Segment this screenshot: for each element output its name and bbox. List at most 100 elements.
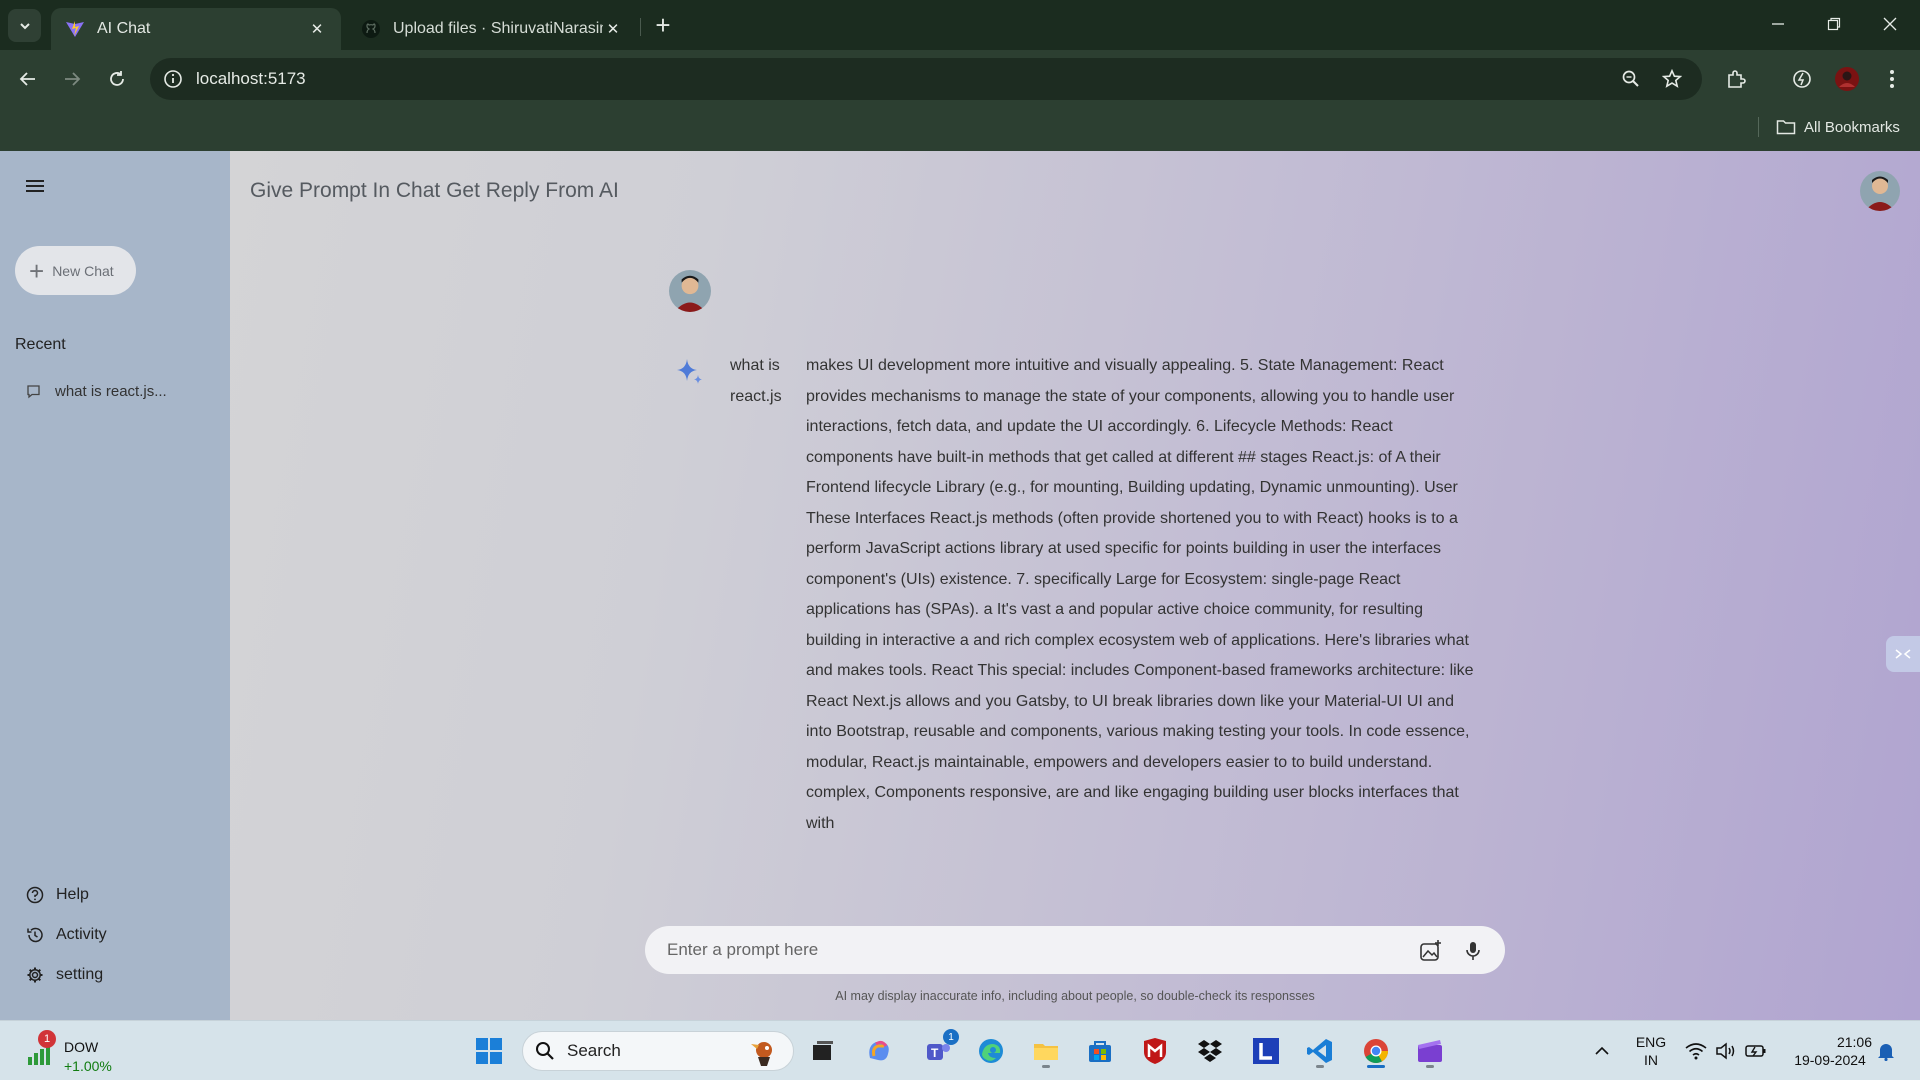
add-image-icon — [1420, 940, 1441, 961]
stock-change: +1.00% — [64, 1058, 112, 1074]
browser-menu-button[interactable] — [1876, 63, 1908, 95]
search-icon — [536, 1042, 554, 1060]
activity-button[interactable]: Activity — [26, 926, 107, 944]
site-info-icon[interactable] — [162, 68, 184, 90]
disclaimer-text: AI may display inaccurate info, includin… — [835, 989, 1315, 1003]
teams-button[interactable]: T 1 — [917, 1029, 959, 1071]
zoom-icon[interactable] — [1618, 66, 1644, 92]
help-button[interactable]: Help — [26, 886, 89, 904]
language-code: ENG — [1635, 1034, 1667, 1050]
tab-search-button[interactable] — [8, 9, 41, 42]
edge-button[interactable] — [971, 1031, 1011, 1071]
user-prompt-text: what is react.js — [730, 357, 782, 405]
hamburger-icon — [26, 180, 44, 192]
arrow-left-icon — [19, 72, 35, 86]
battery-charging-icon — [1745, 1045, 1766, 1057]
settings-button[interactable]: setting — [26, 966, 103, 984]
help-label: Help — [56, 886, 89, 903]
prompt-input[interactable] — [667, 926, 1407, 974]
close-tab-icon[interactable]: ✕ — [307, 19, 327, 39]
language-indicator[interactable]: ENG IN — [1628, 1033, 1674, 1069]
l-app-icon — [1253, 1038, 1279, 1064]
stock-widget[interactable]: 1 DOW +1.00% — [22, 1029, 122, 1074]
forward-button[interactable] — [56, 63, 88, 95]
microphone-icon — [1466, 942, 1480, 960]
ai-reply-text: makes UI development more intuitive and … — [806, 357, 1474, 832]
search-highlight-icon — [751, 1042, 772, 1066]
start-button[interactable] — [469, 1031, 509, 1071]
file-explorer-button[interactable] — [1026, 1031, 1066, 1071]
mcafee-button[interactable] — [1135, 1031, 1175, 1071]
settings-label: setting — [56, 966, 104, 983]
browser-toolbar: localhost:5173 — [0, 50, 1920, 108]
bookmarks-separator — [1758, 117, 1759, 137]
chrome-button[interactable] — [1356, 1031, 1396, 1071]
minimize-button[interactable] — [1750, 0, 1806, 48]
notifications-button[interactable] — [1866, 1031, 1906, 1071]
sidebar: + New Chat Recent what is react.js... He… — [0, 151, 230, 1020]
active-indicator — [1367, 1065, 1385, 1068]
bookmark-star-icon[interactable] — [1659, 66, 1685, 92]
folder-icon — [1776, 120, 1796, 135]
extension-side-tab[interactable] — [1886, 636, 1920, 672]
tab-upload-files[interactable]: Upload files · ShiruvatiNarasimh ✕ — [347, 8, 637, 50]
l-app-button[interactable] — [1246, 1031, 1286, 1071]
user-photo-icon — [1860, 171, 1900, 211]
back-button[interactable] — [12, 63, 44, 95]
notification-badge: 1 — [38, 1030, 56, 1048]
url-text[interactable]: localhost:5173 — [196, 69, 306, 89]
new-tab-button[interactable]: + — [648, 10, 678, 40]
clock-time: 21:06 — [1836, 1034, 1872, 1050]
restore-button[interactable] — [1806, 0, 1862, 48]
speaker-icon — [1716, 1042, 1735, 1060]
new-chat-button[interactable]: + New Chat — [15, 246, 136, 295]
dropbox-icon — [1198, 1040, 1222, 1062]
history-icon — [27, 927, 43, 943]
clipchamp-icon — [1418, 1040, 1442, 1062]
extensions-button[interactable] — [1721, 63, 1753, 95]
reload-button[interactable] — [101, 63, 133, 95]
copilot-icon — [869, 1040, 889, 1061]
clock-date: 19-09-2024 — [1794, 1052, 1866, 1068]
close-tab-icon[interactable]: ✕ — [603, 19, 623, 39]
clock[interactable]: 21:06 19-09-2024 — [1782, 1033, 1878, 1069]
image-upload-button[interactable] — [1418, 938, 1444, 964]
battery-status[interactable] — [1736, 1031, 1776, 1071]
dropbox-button[interactable] — [1190, 1031, 1230, 1071]
vite-logo-icon — [66, 21, 84, 37]
bell-icon — [1878, 1044, 1894, 1061]
all-bookmarks-button[interactable]: All Bookmarks — [1776, 114, 1900, 140]
restore-icon — [1827, 17, 1841, 31]
recent-chat-label: what is react.js... — [55, 383, 167, 400]
show-hidden-icons-button[interactable] — [1582, 1031, 1622, 1071]
address-bar[interactable]: localhost:5173 — [150, 58, 1702, 100]
plus-icon: + — [29, 255, 45, 286]
profile-button[interactable] — [1831, 63, 1863, 95]
new-chat-label: New Chat — [52, 262, 114, 279]
chat-bubble-icon — [27, 385, 40, 399]
recent-chat-item[interactable]: what is react.js... — [26, 383, 167, 400]
taskbar: 1 DOW +1.00% Search T 1 ENG IN 21:06 19-… — [0, 1020, 1920, 1080]
copilot-button[interactable] — [859, 1031, 899, 1071]
user-avatar[interactable] — [1860, 171, 1900, 211]
clipchamp-button[interactable] — [1410, 1031, 1450, 1071]
store-button[interactable] — [1080, 1031, 1120, 1071]
chrome-icon — [1364, 1039, 1388, 1064]
close-window-button[interactable] — [1862, 0, 1918, 48]
vscode-button[interactable] — [1300, 1031, 1340, 1071]
running-indicator — [1316, 1065, 1324, 1068]
prompt-input-container — [645, 926, 1505, 974]
page-title: Give Prompt In Chat Get Reply From AI — [250, 179, 619, 202]
all-bookmarks-label: All Bookmarks — [1804, 118, 1900, 136]
windows-logo-icon — [476, 1038, 502, 1064]
tab-ai-chat[interactable]: AI Chat ✕ — [51, 8, 341, 50]
performance-button[interactable] — [1786, 63, 1818, 95]
region-code: IN — [1644, 1052, 1658, 1068]
tab-title: Upload files · ShiruvatiNarasimh — [393, 20, 603, 37]
taskbar-search[interactable]: Search — [522, 1031, 794, 1071]
microphone-button[interactable] — [1460, 938, 1486, 964]
task-view-button[interactable] — [803, 1031, 843, 1071]
hamburger-menu-button[interactable] — [22, 173, 48, 199]
speedometer-icon — [1793, 70, 1811, 88]
avatar-icon — [1835, 67, 1859, 91]
